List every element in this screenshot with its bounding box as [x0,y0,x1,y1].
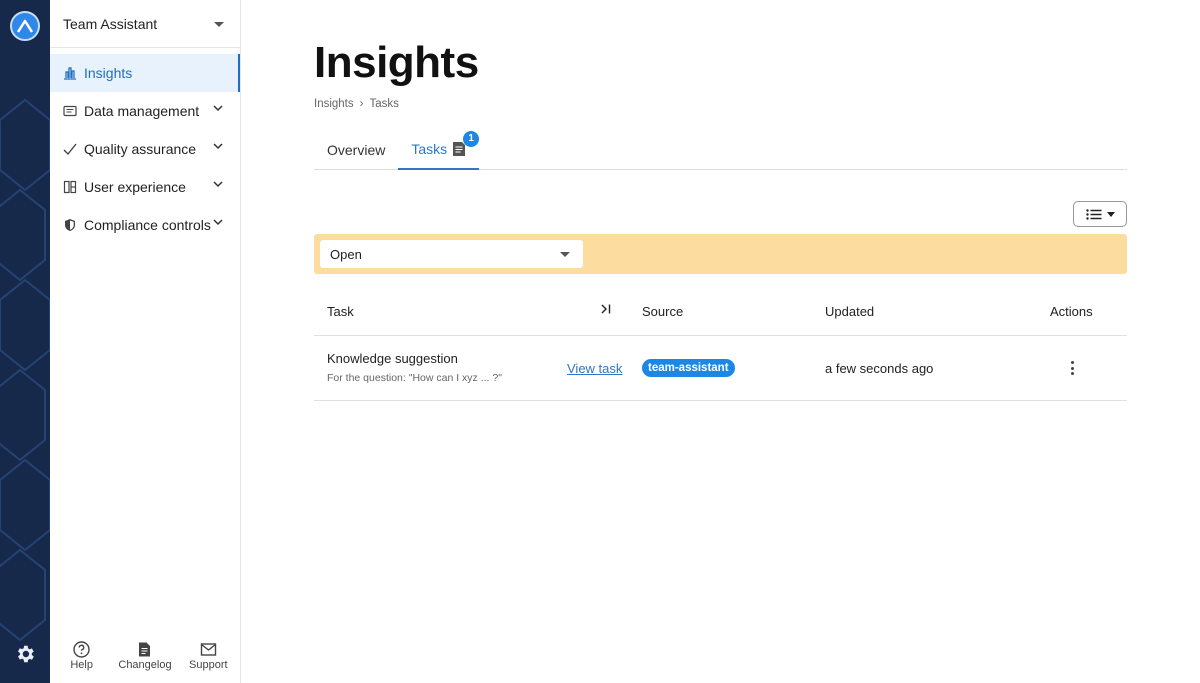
tab-tasks[interactable]: Tasks 1 [398,129,480,170]
view-options-button[interactable] [1073,201,1127,227]
help-label: Help [70,659,93,671]
workspace-name: Team Assistant [63,15,158,32]
tab-bar: Overview Tasks 1 [314,129,1127,170]
workspace-selector[interactable]: Team Assistant [50,0,240,48]
breadcrumb: Insights › Tasks [314,98,399,110]
source-badge: team-assistant [642,359,735,377]
gear-icon[interactable] [14,643,36,665]
help-icon [73,641,90,658]
help-button[interactable]: Help [52,641,112,683]
sidebar-item-data-management[interactable]: Data management [50,92,240,130]
sidebar-item-label: Compliance controls [84,217,211,233]
table-header: Task Source Updated Actions [314,292,1127,336]
task-name: Knowledge suggestion [327,351,458,366]
chevron-down-icon[interactable] [213,105,223,112]
sidebar-item-label: Insights [84,65,133,81]
row-actions-menu-icon[interactable] [1068,359,1076,377]
list-icon [1085,208,1101,220]
shield-icon [63,218,77,232]
tab-label: Overview [327,141,386,158]
table-row: Knowledge suggestion For the question: "… [314,337,1127,401]
document-icon: 1 [452,130,480,157]
breadcrumb-tasks: Tasks [369,98,399,110]
chevron-down-icon[interactable] [213,219,223,226]
column-header-actions: Actions [1050,304,1093,319]
breadcrumb-insights[interactable]: Insights [314,98,354,110]
sidebar-item-user-experience[interactable]: User experience [50,168,240,206]
column-header-source[interactable]: Source [642,304,683,319]
sidebar-item-label: User experience [84,179,186,195]
sidebar-nav: Insights Data management Quality assuran… [50,54,240,244]
status-filter-value: Open [330,246,362,262]
column-header-task[interactable]: Task [327,304,354,319]
app-logo-icon[interactable] [10,11,40,41]
sidebar-item-label: Quality assurance [84,141,197,157]
column-header-updated[interactable]: Updated [825,304,874,319]
checkmark-icon [63,142,77,156]
mail-icon [200,643,217,656]
status-filter-select[interactable]: Open [320,240,583,268]
tab-overview[interactable]: Overview [314,129,398,170]
support-button[interactable]: Support [178,641,238,683]
sidebar: Team Assistant Insights Data management … [50,0,241,683]
tasks-count-badge: 1 [463,130,480,147]
collapse-column-icon[interactable] [600,302,612,319]
sidebar-footer: Help Changelog Support [50,641,240,683]
breadcrumb-separator: › [359,98,364,110]
caret-down-icon [1106,211,1115,217]
sidebar-item-quality-assurance[interactable]: Quality assurance [50,130,240,168]
view-task-link[interactable]: View task [567,361,622,376]
filter-bar: Open [314,234,1127,274]
caret-down-icon [560,252,570,257]
page-title: Insights [314,38,479,87]
layout-icon [63,180,77,194]
changelog-button[interactable]: Changelog [115,641,175,683]
bar-chart-icon [63,66,77,80]
updated-time: a few seconds ago [825,361,934,376]
sidebar-item-label: Data management [84,103,200,119]
background-pattern [0,98,50,642]
database-card-icon [63,104,77,118]
chevron-down-icon[interactable] [213,143,223,150]
changelog-label: Changelog [118,659,172,671]
tab-label: Tasks [411,140,448,157]
document-icon [139,642,151,657]
task-question: For the question: "How can I xyz ... ?" [327,372,502,384]
sidebar-item-insights[interactable]: Insights [50,54,240,92]
chevron-down-icon[interactable] [213,181,223,188]
support-label: Support [189,659,228,671]
sidebar-item-compliance-controls[interactable]: Compliance controls [50,206,240,244]
caret-down-icon [214,22,224,27]
app-rail [0,0,50,683]
